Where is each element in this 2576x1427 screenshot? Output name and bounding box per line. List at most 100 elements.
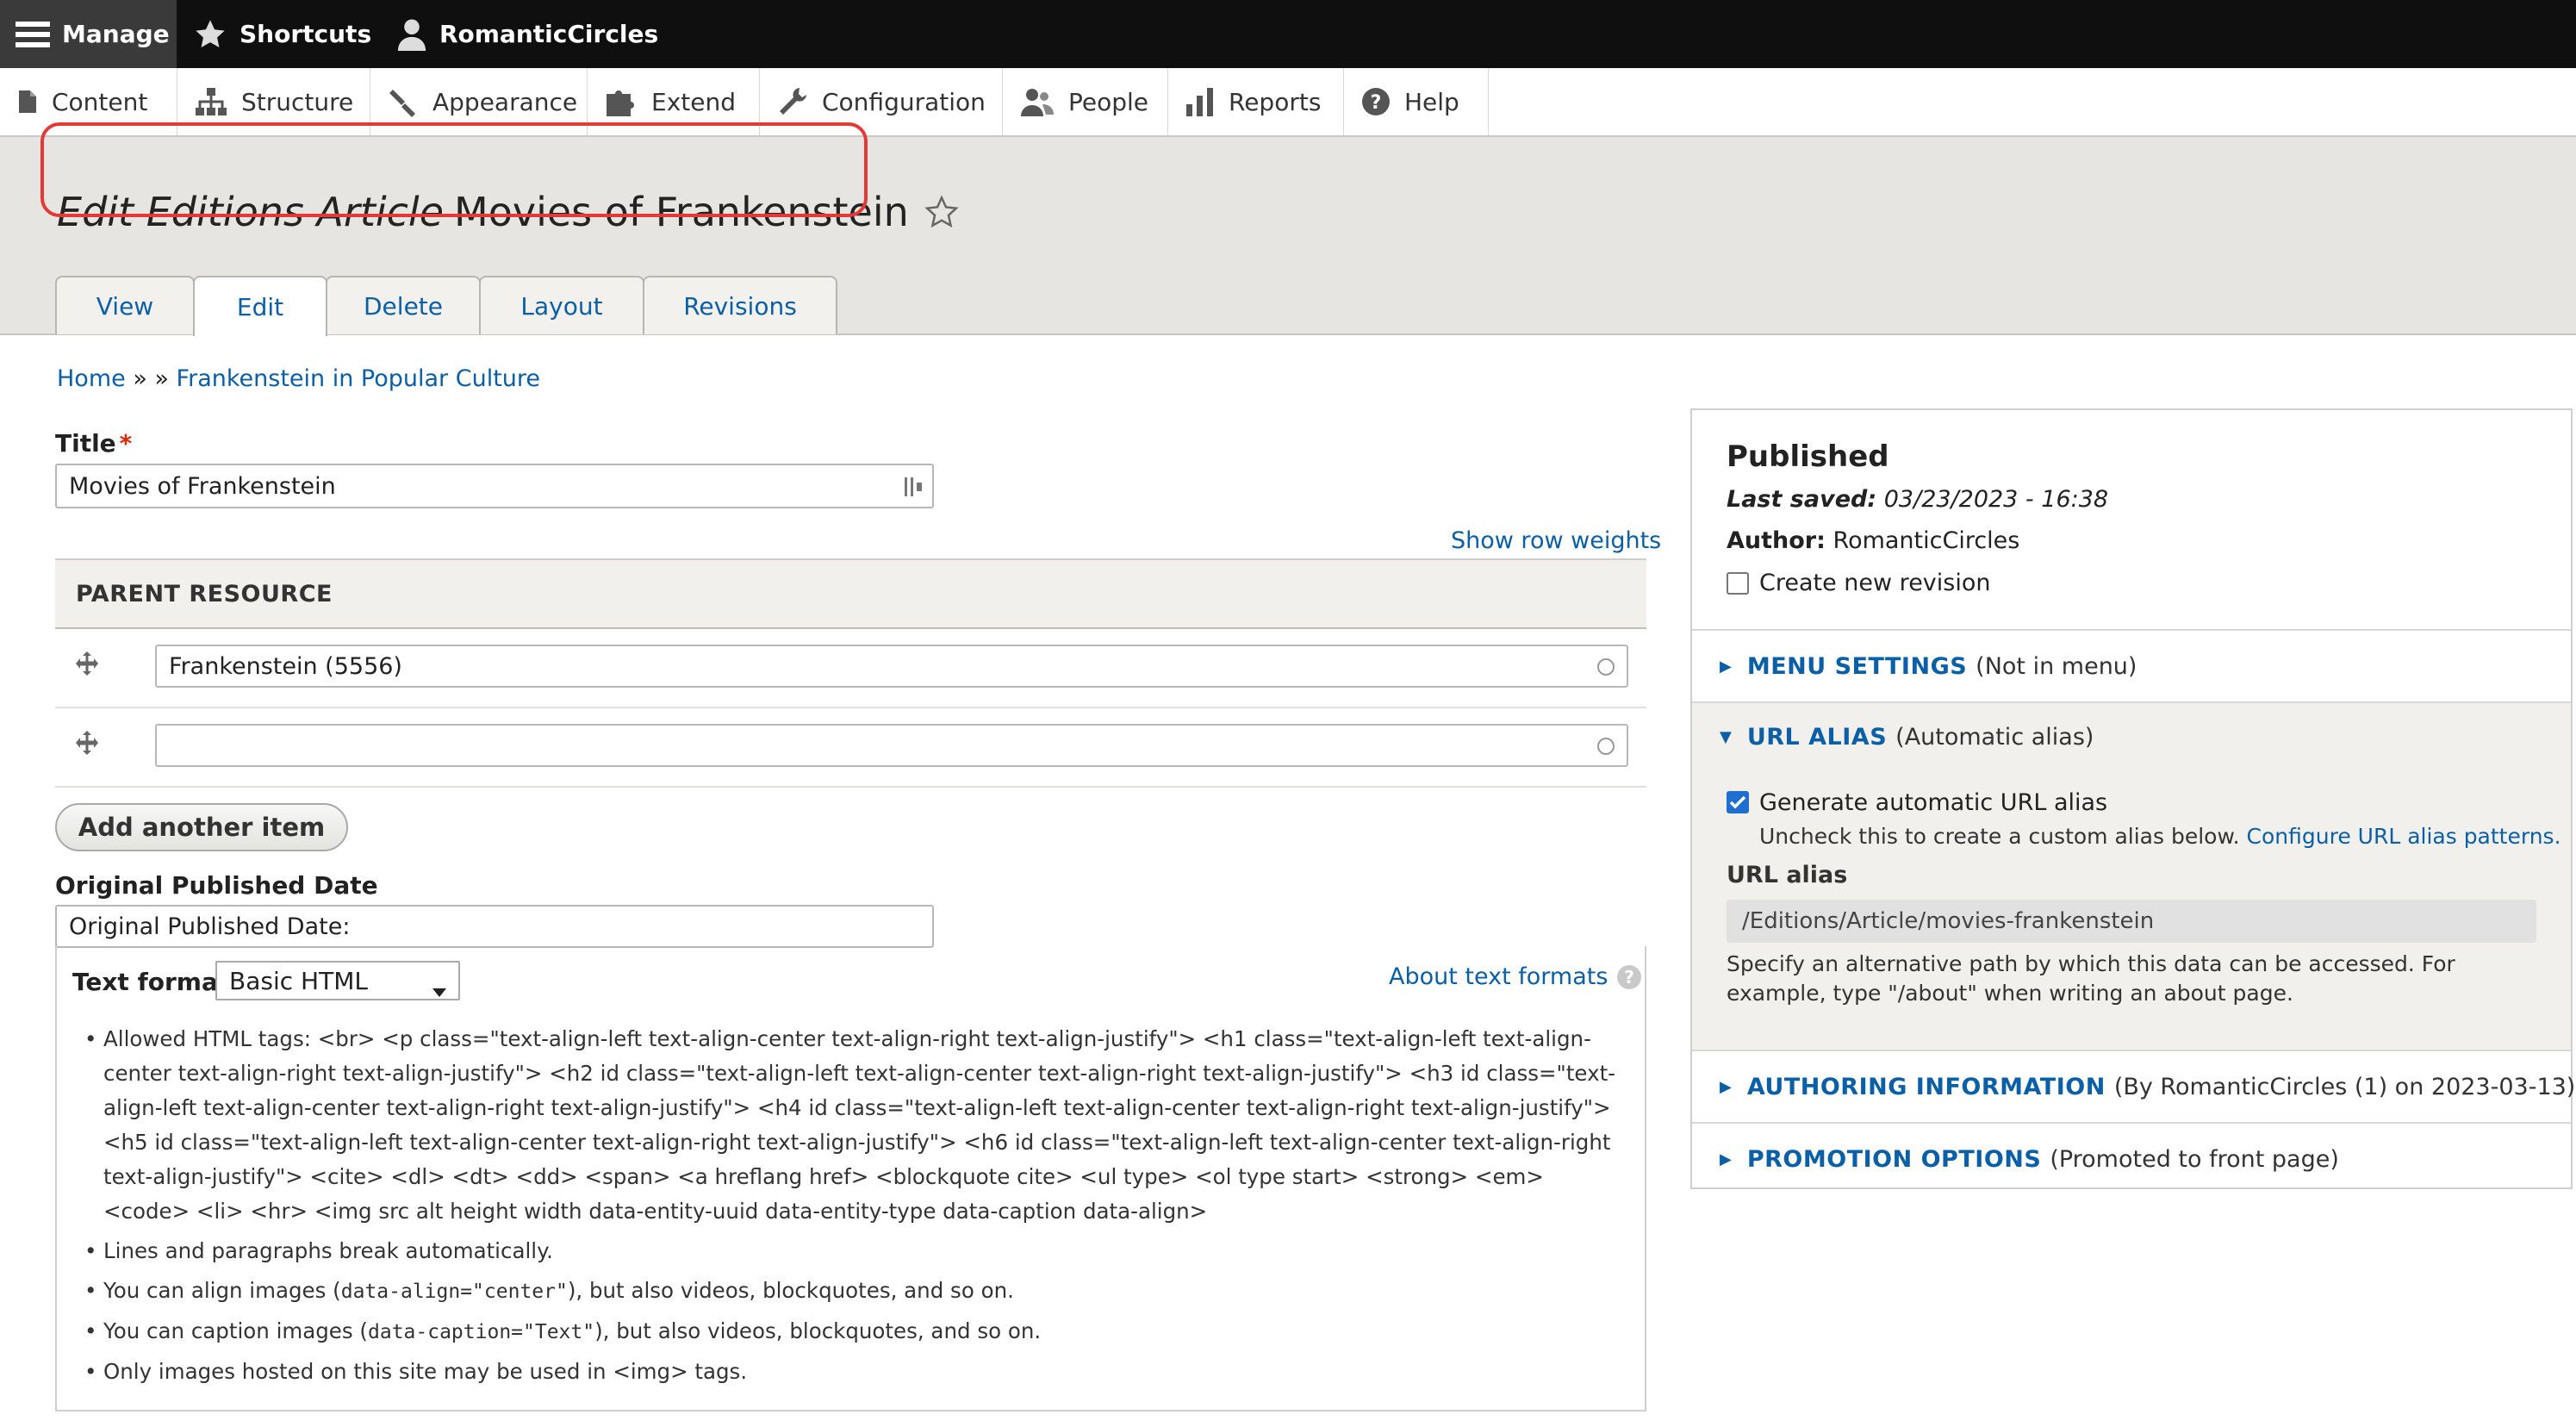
- tray-label: Reports: [1229, 87, 1322, 116]
- list-item: You can align images (data-align="center…: [84, 1274, 1628, 1309]
- menu-settings-title: MENU SETTINGS: [1746, 653, 1968, 680]
- user-button[interactable]: RomanticCircles: [396, 0, 658, 68]
- generate-alias-label: Generate automatic URL alias: [1759, 789, 2108, 816]
- text-format-tips: Allowed HTML tags: <br> <p class="text-a…: [84, 1022, 1628, 1389]
- tab-view[interactable]: View: [55, 276, 195, 334]
- tab-edit[interactable]: Edit: [193, 276, 327, 336]
- help-icon[interactable]: ?: [1616, 964, 1642, 990]
- tab-label: Revisions: [683, 291, 797, 321]
- checkmark-icon: [1729, 795, 1746, 809]
- url-alias-note: (Automatic alias): [1895, 724, 2094, 751]
- promotion-title: PROMOTION OPTIONS: [1746, 1146, 2042, 1173]
- shortcut-star-icon[interactable]: [924, 195, 959, 229]
- url-alias-input[interactable]: /Editions/Article/movies-frankenstein: [1727, 900, 2536, 943]
- tray-item-people[interactable]: People: [1003, 68, 1168, 135]
- url-alias-description: Specify an alternative path by which thi…: [1727, 951, 2455, 1006]
- drag-handle-icon[interactable]: [74, 730, 100, 759]
- tab-revisions[interactable]: Revisions: [643, 276, 837, 334]
- star-icon: [193, 18, 227, 51]
- triangle-right-icon: ▶: [1720, 1150, 1732, 1168]
- admin-tray: Content Structure Appearance Extend Conf…: [0, 68, 2576, 137]
- parent-resource-header-text: PARENT RESOURCE: [76, 580, 333, 608]
- triangle-right-icon: ▶: [1720, 657, 1732, 676]
- authoring-information-summary[interactable]: ▶ AUTHORING INFORMATION (By RomanticCirc…: [1720, 1074, 2575, 1100]
- svg-text:?: ?: [1625, 967, 1635, 988]
- drag-handle-icon[interactable]: [74, 651, 100, 680]
- title-label-text: Title: [55, 429, 116, 458]
- tray-label: Content: [52, 87, 148, 116]
- promotion-note: (Promoted to front page): [2050, 1146, 2339, 1173]
- menu-settings-note: (Not in menu): [1976, 653, 2137, 680]
- parent-resource-header: PARENT RESOURCE: [55, 558, 1646, 629]
- table-row: [55, 708, 1646, 788]
- text-format-select[interactable]: Basic HTML: [215, 961, 460, 1000]
- file-icon: [17, 89, 38, 115]
- create-revision-checkbox[interactable]: [1727, 572, 1749, 595]
- tray-item-help[interactable]: ? Help: [1344, 68, 1489, 135]
- tray-item-configuration[interactable]: Configuration: [760, 68, 1003, 135]
- tab-layout[interactable]: Layout: [479, 276, 644, 334]
- about-text-formats-link[interactable]: About text formats: [1389, 963, 1608, 990]
- password-manager-icon[interactable]: [903, 474, 924, 506]
- autocomplete-icon: [1596, 657, 1616, 683]
- tray-label: Structure: [241, 87, 354, 116]
- author-label: Author:: [1727, 527, 1826, 554]
- menu-settings-summary[interactable]: ▶ MENU SETTINGS (Not in menu): [1720, 653, 2137, 680]
- people-icon: [1020, 87, 1055, 116]
- tab-delete[interactable]: Delete: [326, 276, 481, 334]
- list-item: Lines and paragraphs break automatically…: [84, 1234, 1628, 1268]
- bar-chart-icon: [1185, 87, 1215, 116]
- entity-meta-header: Published Last saved: 03/23/2023 - 16:38…: [1692, 410, 2571, 631]
- breadcrumb-separator: » »: [125, 365, 177, 392]
- tray-item-structure[interactable]: Structure: [177, 68, 370, 135]
- meta-sidebar: Published Last saved: 03/23/2023 - 16:38…: [1690, 408, 2575, 1189]
- help-circle-icon: ?: [1361, 87, 1391, 116]
- tab-label: Layout: [520, 291, 603, 321]
- tray-label: People: [1068, 87, 1149, 116]
- title-input-value: Movies of Frankenstein: [69, 472, 336, 500]
- tip-code: data-caption="Text": [368, 1321, 595, 1343]
- parent-resource-input[interactable]: Frankenstein (5556): [155, 645, 1628, 688]
- list-item: Only images hosted on this site may be u…: [84, 1355, 1628, 1389]
- add-another-item-button[interactable]: Add another item: [55, 803, 348, 851]
- shortcuts-label: Shortcuts: [240, 20, 372, 48]
- tab-label: View: [96, 291, 154, 321]
- add-another-item-label: Add another item: [78, 813, 326, 842]
- url-alias-summary[interactable]: ▼ URL ALIAS (Automatic alias): [1720, 724, 2094, 751]
- parent-resource-value: Frankenstein (5556): [169, 652, 402, 680]
- authoring-information-section[interactable]: ▶ AUTHORING INFORMATION (By RomanticCirc…: [1692, 1051, 2575, 1124]
- menu-settings-section[interactable]: ▶ MENU SETTINGS (Not in menu): [1692, 631, 2571, 703]
- tab-label: Edit: [236, 292, 284, 321]
- url-alias-title: URL ALIAS: [1746, 724, 1888, 751]
- show-row-weights-link[interactable]: Show row weights: [1451, 527, 1661, 554]
- shortcuts-button[interactable]: Shortcuts: [193, 0, 371, 68]
- last-saved-label: Last saved:: [1727, 486, 1877, 513]
- last-saved-value: 03/23/2023 - 16:38: [1883, 486, 2109, 513]
- promotion-options-section[interactable]: ▶ PROMOTION OPTIONS (Promoted to front p…: [1692, 1124, 2571, 1189]
- promotion-options-summary[interactable]: ▶ PROMOTION OPTIONS (Promoted to front p…: [1720, 1146, 2339, 1173]
- tray-item-content[interactable]: Content: [0, 68, 177, 135]
- tab-label: Delete: [364, 291, 443, 321]
- author-value: RomanticCircles: [1832, 527, 2020, 554]
- configure-alias-link[interactable]: Configure URL alias patterns.: [2247, 824, 2561, 849]
- tray-item-appearance[interactable]: Appearance: [370, 68, 588, 135]
- original-date-editor[interactable]: Original Published Date:: [55, 905, 934, 948]
- breadcrumb-home[interactable]: Home: [57, 365, 126, 392]
- last-saved: Last saved: 03/23/2023 - 16:38: [1727, 486, 2108, 513]
- hamburger-icon: [16, 20, 50, 49]
- autocomplete-icon: [1596, 736, 1616, 763]
- tray-label: Configuration: [822, 87, 986, 116]
- tip-code: data-align="center": [340, 1281, 568, 1303]
- generate-alias-checkbox[interactable]: [1727, 791, 1749, 813]
- authoring-note: (By RomanticCircles (1) on 2023-03-13): [2113, 1074, 2576, 1100]
- parent-resource-input[interactable]: [155, 724, 1628, 767]
- breadcrumb-parent[interactable]: Frankenstein in Popular Culture: [177, 365, 540, 392]
- tray-label: Extend: [651, 87, 736, 116]
- tray-item-extend[interactable]: Extend: [588, 68, 760, 135]
- title-input[interactable]: Movies of Frankenstein: [55, 464, 934, 508]
- text-format-value: Basic HTML: [229, 966, 368, 995]
- page-title: Edit Editions Article Movies of Frankens…: [57, 189, 959, 235]
- tray-item-reports[interactable]: Reports: [1168, 68, 1344, 135]
- manage-button[interactable]: Manage: [0, 0, 177, 68]
- wrench-icon: [777, 86, 808, 117]
